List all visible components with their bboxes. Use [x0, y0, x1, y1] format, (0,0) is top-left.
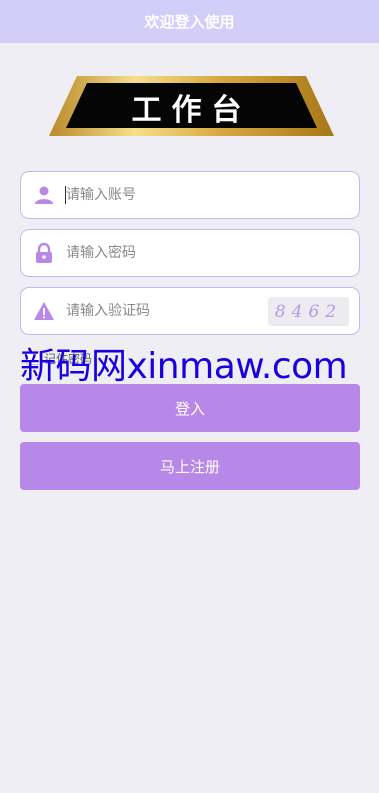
password-field[interactable] — [20, 229, 360, 277]
password-input[interactable] — [66, 230, 266, 276]
captcha-image[interactable]: 8462 — [268, 297, 349, 326]
captcha-input[interactable] — [66, 288, 266, 334]
account-field[interactable] — [20, 171, 360, 219]
logo-text: 工作台 — [131, 93, 252, 128]
user-icon — [35, 186, 53, 204]
warning-icon — [34, 302, 54, 320]
watermark: 新码网xinmaw.com — [20, 346, 348, 387]
lock-icon — [36, 242, 52, 263]
page-header: 欢迎登入使用 — [0, 0, 379, 43]
text-caret — [65, 186, 66, 204]
captcha-field[interactable]: 8462 — [20, 287, 360, 335]
login-button[interactable]: 登入 — [20, 384, 360, 432]
logo: 工作台 — [49, 76, 334, 138]
account-input[interactable] — [66, 172, 266, 218]
page-title: 欢迎登入使用 — [144, 13, 235, 31]
register-button[interactable]: 马上注册 — [20, 442, 360, 490]
